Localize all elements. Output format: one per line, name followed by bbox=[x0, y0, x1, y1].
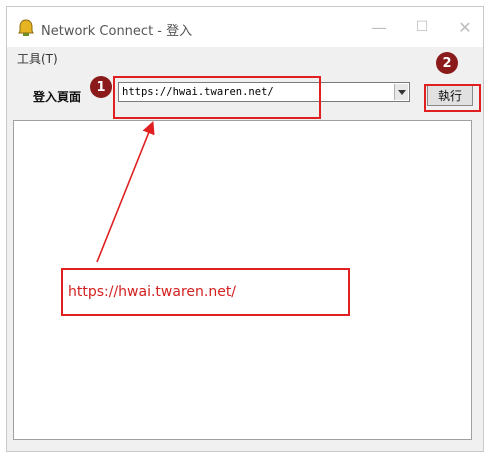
callout-url-text: https://hwai.twaren.net/ bbox=[68, 284, 237, 300]
annotation-arrow bbox=[96, 121, 155, 263]
url-callout-box: https://hwai.twaren.net/ bbox=[61, 268, 350, 316]
